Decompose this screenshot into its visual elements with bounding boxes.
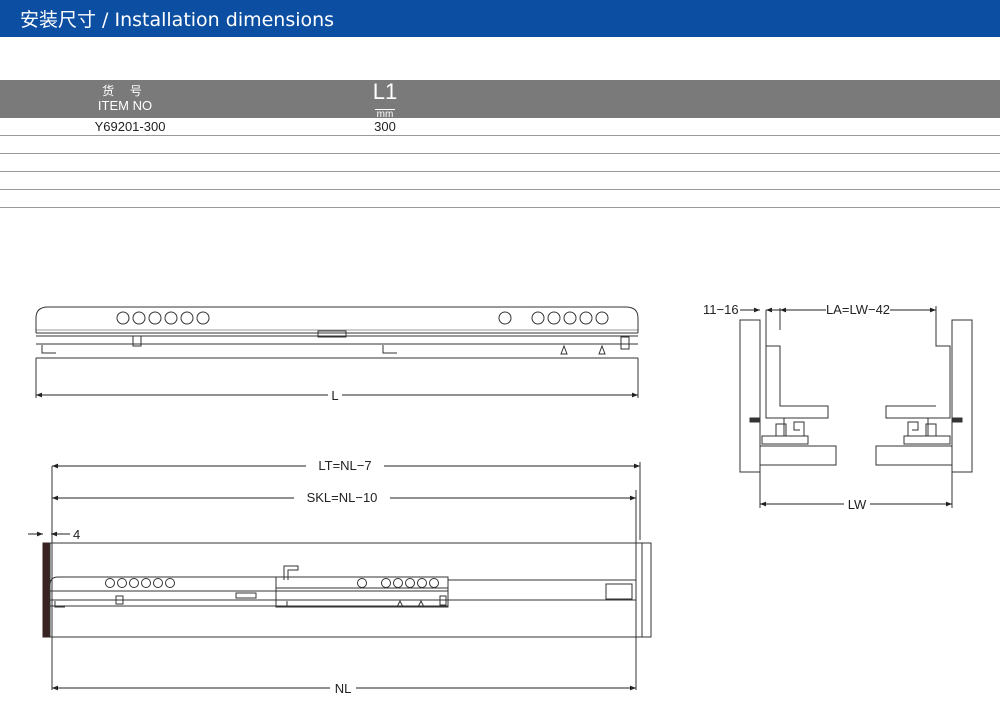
label-LW: LW	[848, 497, 867, 512]
dimension-LW: LW	[760, 496, 952, 512]
extended-mounting-holes	[105, 578, 439, 588]
dimension-LA: LA=LW−42	[780, 302, 936, 318]
label-SKL: SKL=NL−10	[307, 490, 378, 505]
label-4: 4	[73, 527, 80, 542]
label-LA: LA=LW−42	[826, 302, 890, 317]
label-NL: NL	[335, 681, 352, 696]
mounting-holes-right	[498, 311, 609, 325]
dimension-4: 4	[28, 527, 80, 542]
label-LT: LT=NL−7	[318, 458, 371, 473]
installation-drawing: L LT=NL−7 SKL=NL−10 4 NL 11−16 LA=LW−42 …	[28, 302, 973, 696]
dimension-L: L	[36, 388, 638, 403]
dimension-NL: NL	[52, 680, 636, 696]
label-L: L	[331, 388, 338, 403]
dimension-11-16: 11−16	[703, 302, 780, 317]
label-11-16: 11−16	[703, 302, 739, 317]
dimension-SKL: SKL=NL−10	[52, 490, 636, 506]
cross-section-drawing	[739, 306, 973, 508]
mounting-holes-left	[116, 311, 210, 325]
closed-slide-drawing	[35, 306, 639, 398]
dimension-LT: LT=NL−7	[52, 458, 640, 474]
